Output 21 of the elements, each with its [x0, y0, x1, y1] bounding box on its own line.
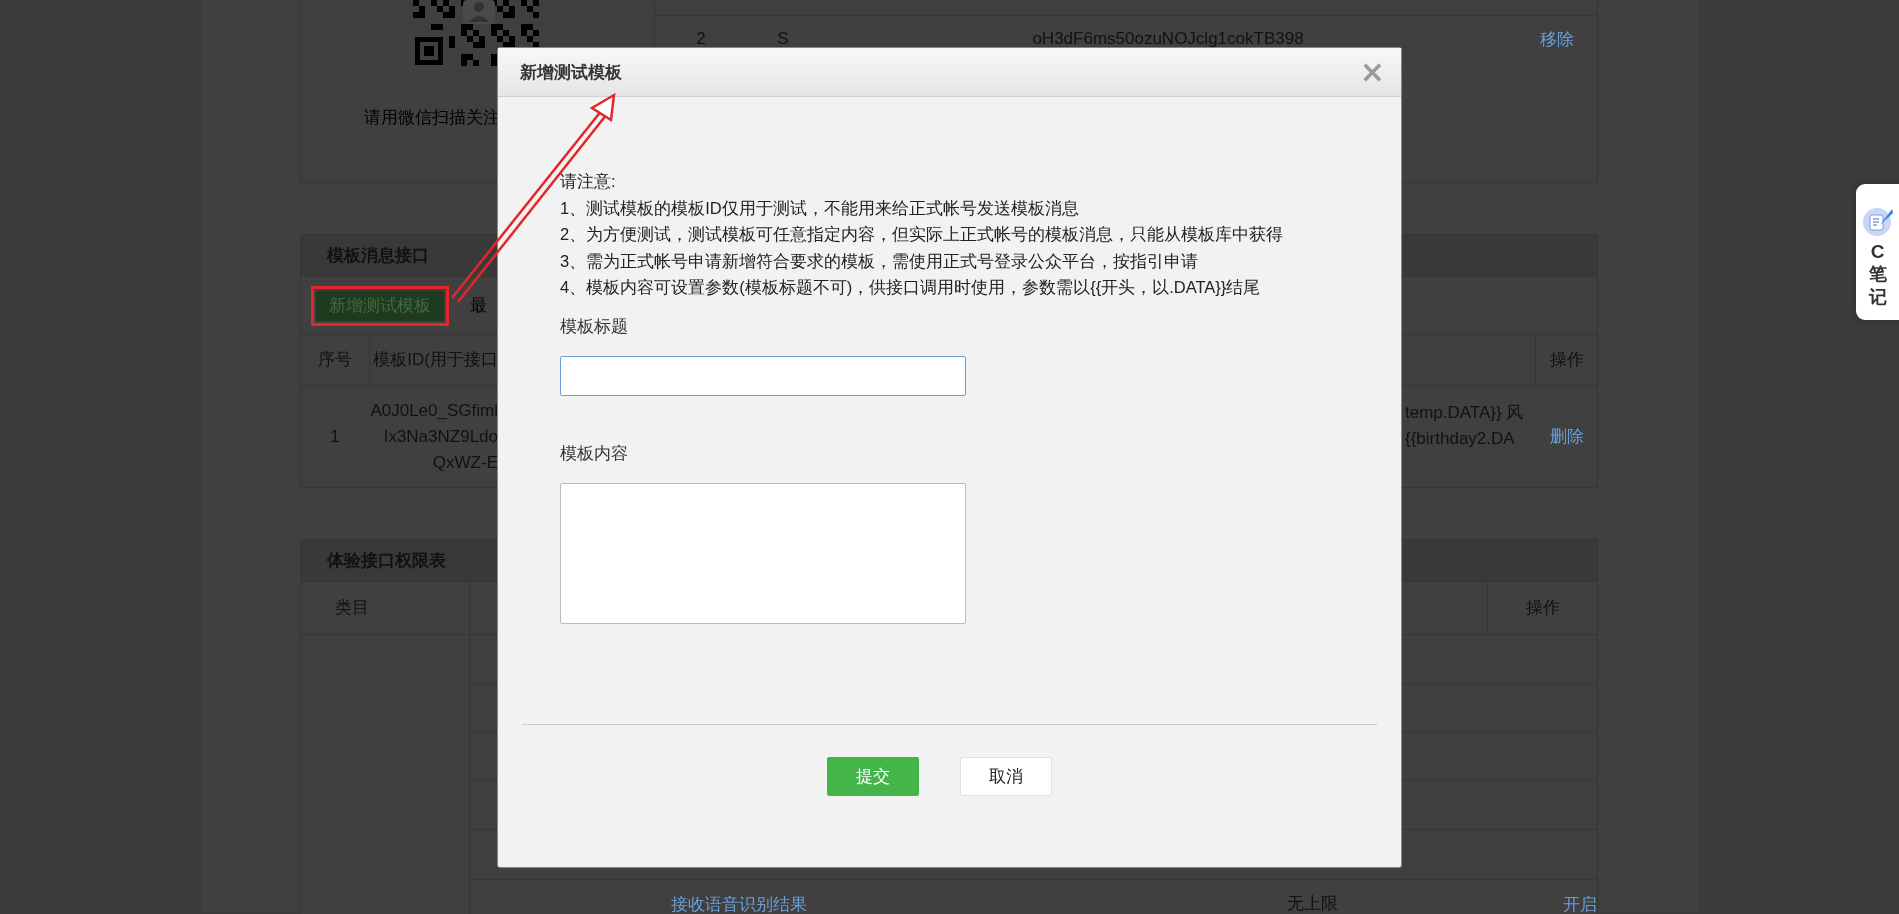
- note-line: 4、模板内容可设置参数(模板标题不可)，供接口调用时使用，参数需以{{开头，以.DATA}}结尾: [560, 277, 1261, 298]
- note-line: 1、测试模板的模板ID仅用于测试，不能用来给正式帐号发送模板消息: [560, 197, 1079, 219]
- cancel-button[interactable]: 取消: [960, 756, 1052, 796]
- notes-widget[interactable]: C 笔记: [1856, 184, 1899, 320]
- note-line: 3、需为正式帐号申请新增符合要求的模板，需使用正式号登录公众平台，按指引申请: [560, 250, 1199, 272]
- widget-letter: C: [1870, 241, 1885, 263]
- permission-link[interactable]: 接收语音识别结果: [671, 892, 807, 914]
- notes-heading: 请注意:: [560, 171, 616, 192]
- delete-link[interactable]: 删除: [1550, 425, 1584, 448]
- enable-link[interactable]: 开启: [1563, 892, 1597, 914]
- hint-text: 最: [470, 294, 487, 317]
- close-button[interactable]: ×: [1359, 59, 1385, 85]
- dialog-title: 新增测试模板: [520, 61, 622, 84]
- remove-link[interactable]: 移除: [1540, 27, 1574, 51]
- field-label: 模板内容: [560, 442, 628, 465]
- submit-button[interactable]: 提交: [827, 756, 919, 796]
- widget-label: 笔记: [1868, 263, 1887, 310]
- notebook-pen-icon: [1861, 205, 1894, 237]
- textarea-field[interactable]: [560, 482, 966, 624]
- input-field[interactable]: [560, 355, 966, 396]
- field-label: 模板标题: [560, 315, 628, 338]
